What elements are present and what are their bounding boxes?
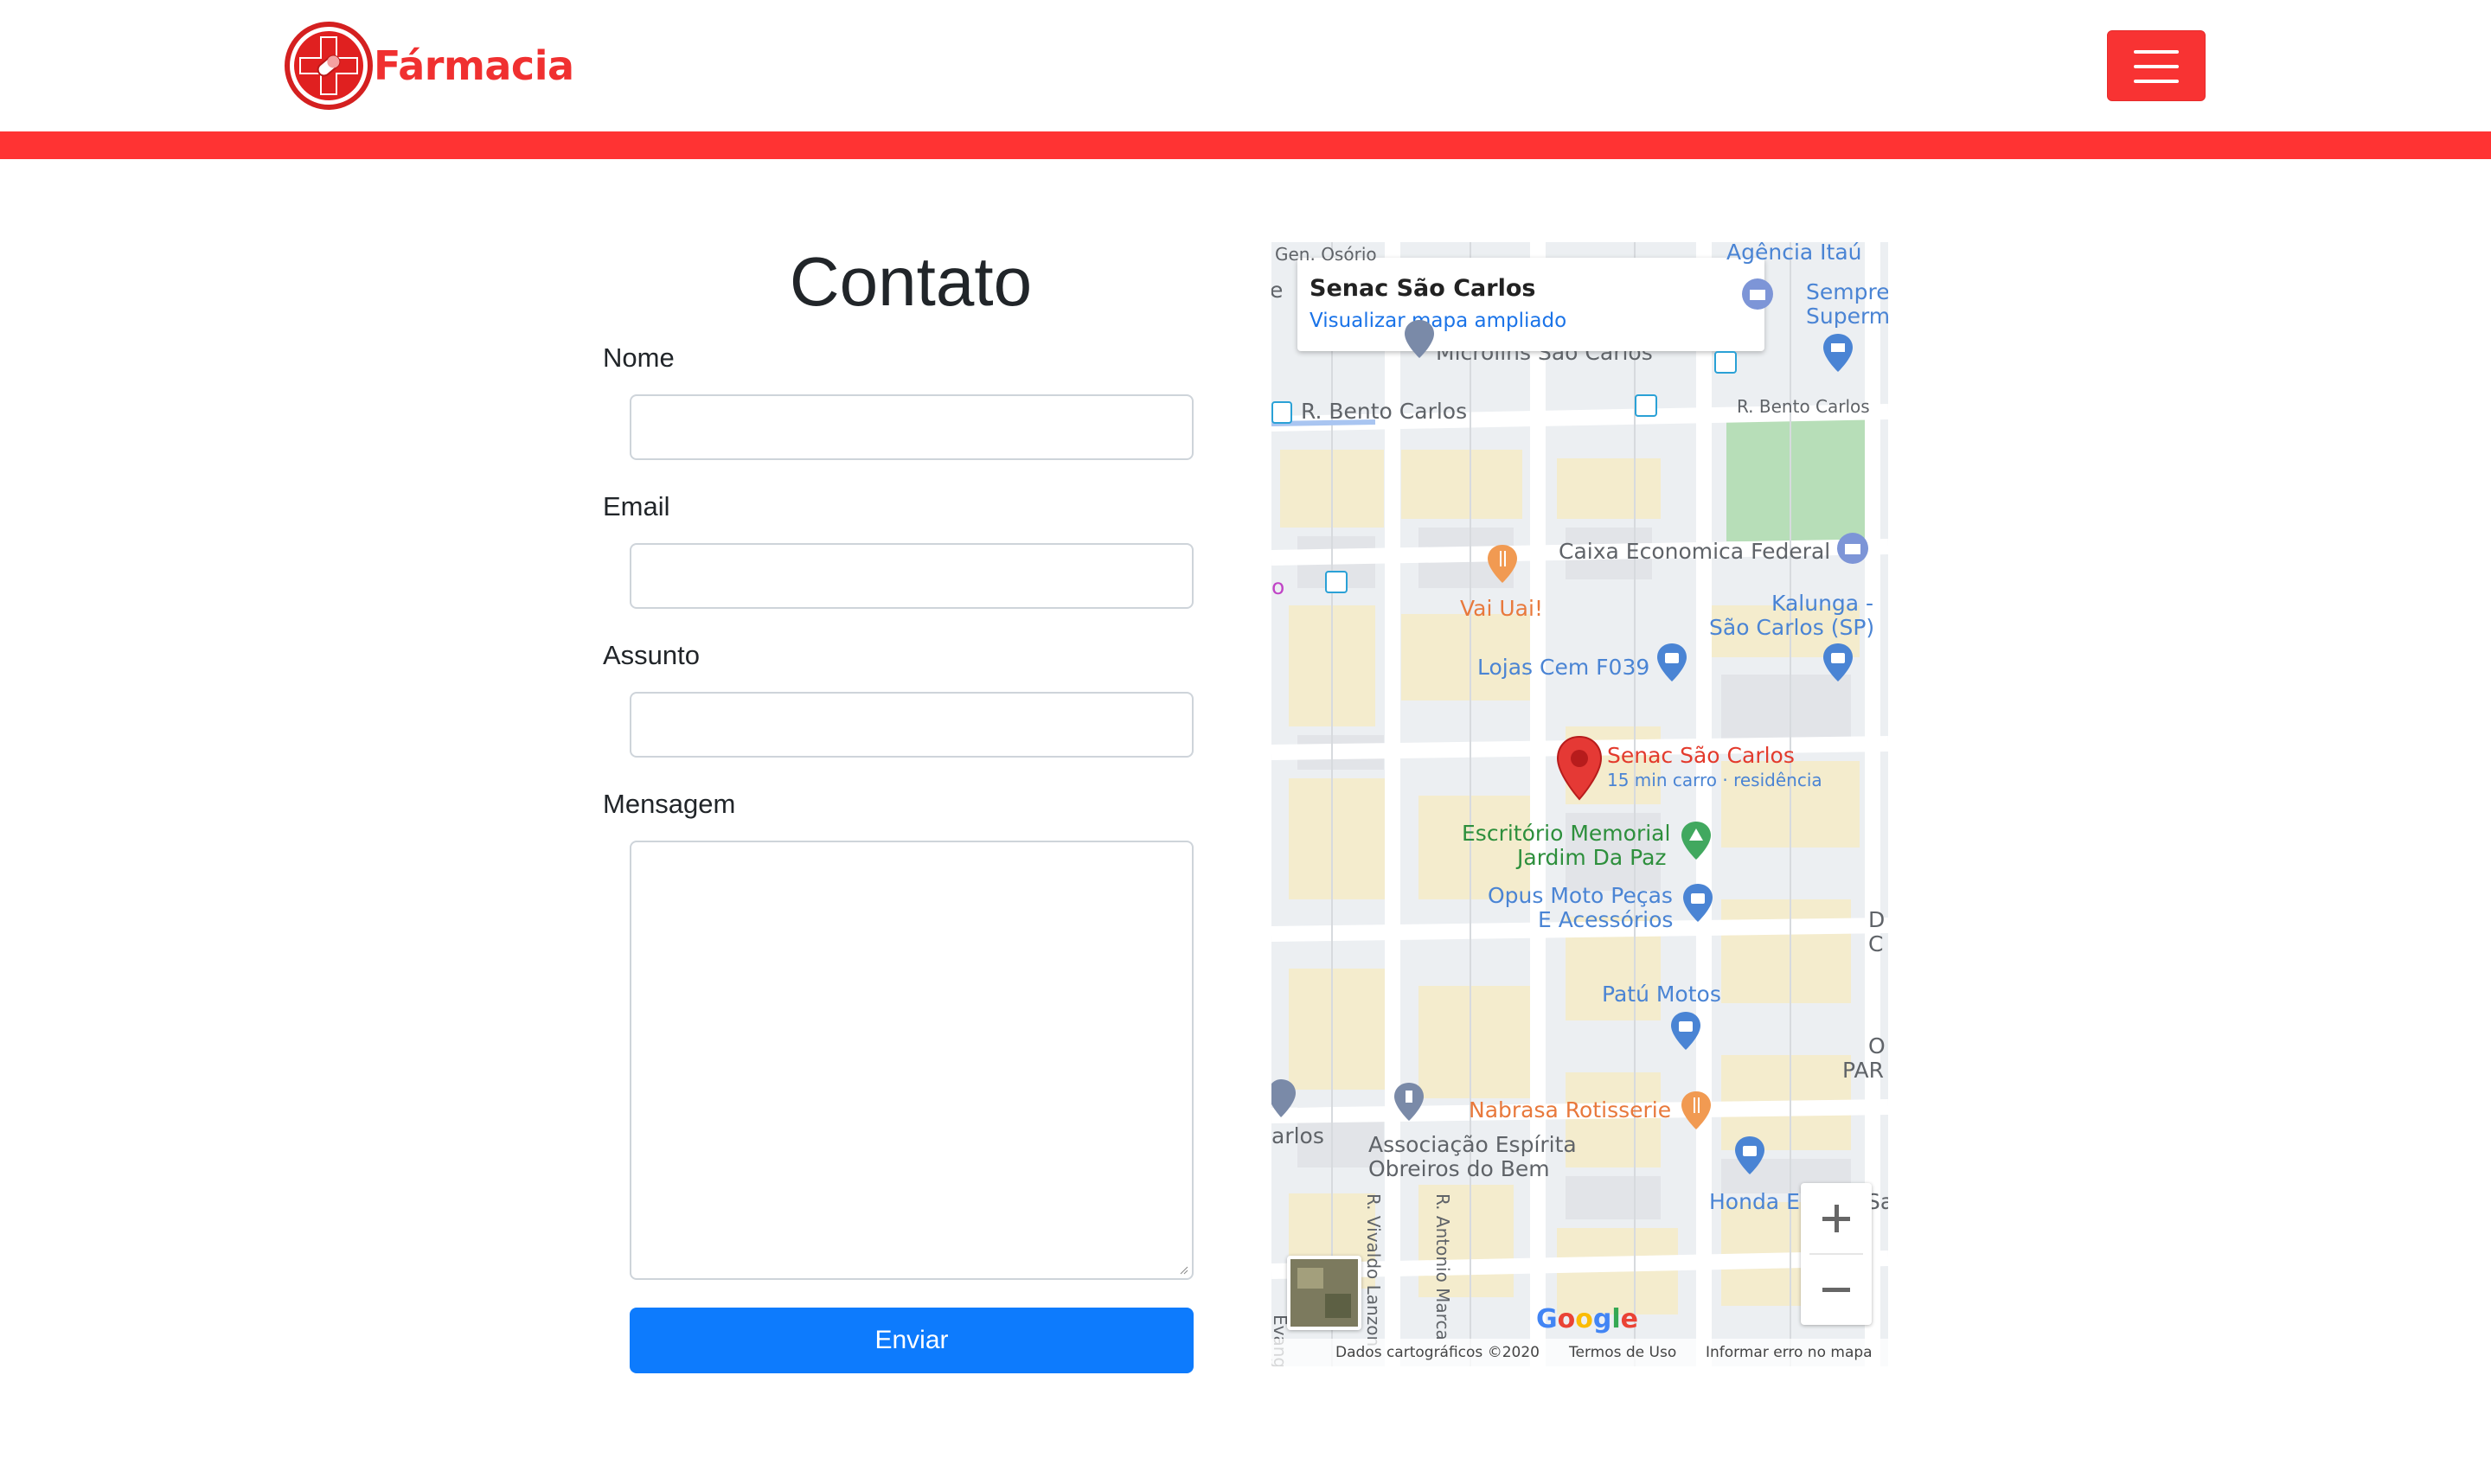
- map-label: Agência Itaú: [1726, 242, 1862, 265]
- map-label: Caixa Economica Federal: [1559, 539, 1831, 564]
- map-label: São Carlos (SP): [1709, 615, 1875, 640]
- map-data-credit: Dados cartográficos ©2020: [1335, 1344, 1540, 1361]
- map-label: Gen. Osório: [1275, 244, 1377, 265]
- shopping-icon[interactable]: [1822, 642, 1854, 683]
- place-of-worship-icon[interactable]: [1393, 1081, 1425, 1123]
- navbar: Fármacia: [0, 0, 2491, 131]
- map-label: Obreiros do Bem: [1368, 1156, 1550, 1181]
- map-marker-sublabel: 15 min carro · residência: [1607, 770, 1822, 790]
- map-label: arlos: [1271, 1123, 1324, 1148]
- map-zoom-control: [1801, 1183, 1872, 1325]
- map-label: o: [1271, 574, 1285, 599]
- map-label: Jardim Da Paz: [1517, 845, 1667, 870]
- map-embed[interactable]: Senac São Carlos Visualizar mapa ampliad…: [1271, 242, 1888, 1366]
- zoom-in-button[interactable]: [1801, 1183, 1872, 1254]
- bank-icon[interactable]: [1740, 277, 1775, 311]
- map-info-title: Senac São Carlos: [1310, 275, 1536, 302]
- email-input[interactable]: [630, 543, 1194, 609]
- map-terms-link[interactable]: Termos de Uso: [1569, 1344, 1676, 1361]
- menu-toggle-button[interactable]: [2107, 30, 2206, 101]
- map-label: Sempre: [1806, 279, 1888, 304]
- satellite-thumbnail: [1297, 1268, 1323, 1289]
- name-input[interactable]: [630, 394, 1194, 460]
- submit-button[interactable]: Enviar: [630, 1308, 1194, 1373]
- bus-stop-icon[interactable]: [1325, 571, 1348, 593]
- map-label: Nabrasa Rotisserie: [1469, 1097, 1672, 1123]
- bus-stop-icon[interactable]: [1714, 351, 1737, 374]
- brand-link[interactable]: Fármacia: [284, 21, 574, 111]
- hamburger-icon-bar: [2134, 80, 2179, 83]
- larger-map-link[interactable]: Visualizar mapa ampliado: [1310, 310, 1566, 332]
- name-label: Nome: [603, 342, 675, 373]
- zoom-out-button[interactable]: [1801, 1254, 1872, 1325]
- subject-input[interactable]: [630, 692, 1194, 758]
- map-street-label: R. Antonio Marca: [1432, 1193, 1453, 1340]
- brand-name: Fármacia: [374, 42, 574, 89]
- hamburger-icon-bar: [2134, 65, 2179, 68]
- subject-label: Assunto: [603, 640, 701, 670]
- map-label: Patú Motos: [1602, 982, 1721, 1007]
- map-label: Associação Espírita: [1368, 1132, 1577, 1157]
- map-report-link[interactable]: Informar erro no mapa: [1706, 1344, 1873, 1361]
- hamburger-icon: [2134, 50, 2179, 54]
- map-info-card: Senac São Carlos Visualizar mapa ampliad…: [1297, 258, 1764, 351]
- shopping-icon[interactable]: [1655, 642, 1688, 683]
- place-icon[interactable]: [1403, 318, 1436, 360]
- map-marker-label: Senac São Carlos: [1607, 743, 1795, 768]
- map-label: Opus Moto Peças: [1488, 883, 1673, 908]
- shopping-icon[interactable]: [1681, 882, 1714, 924]
- message-textarea[interactable]: [630, 841, 1194, 1280]
- map-label: e: [1271, 278, 1284, 303]
- google-logo: Google: [1536, 1304, 1639, 1334]
- map-label: R. Bento Carlos: [1301, 399, 1468, 424]
- email-label: Email: [603, 491, 670, 521]
- map-label: Superm: [1806, 304, 1888, 329]
- location-pin-icon[interactable]: [1555, 735, 1604, 801]
- memorial-icon[interactable]: [1680, 820, 1713, 861]
- bank-icon[interactable]: [1835, 531, 1870, 566]
- map-label: O: [1868, 1033, 1886, 1059]
- restaurant-icon[interactable]: [1486, 543, 1519, 585]
- map-label: E Acessórios: [1538, 907, 1674, 932]
- restaurant-icon[interactable]: [1680, 1090, 1713, 1131]
- minus-icon: [1822, 1288, 1850, 1292]
- shopping-icon[interactable]: [1669, 1010, 1702, 1052]
- satellite-layer-toggle[interactable]: [1287, 1256, 1361, 1330]
- map-label: R. Bento Carlos: [1737, 396, 1870, 417]
- map-street-label: R. Vivaldo Lanzon: [1363, 1193, 1384, 1347]
- map-label: Vai Uai!: [1460, 596, 1543, 621]
- map-label: Lojas Cem F039: [1477, 655, 1650, 680]
- map-label: Honda E: [1709, 1189, 1800, 1214]
- shopping-icon[interactable]: [1733, 1135, 1766, 1176]
- map-label: Kalunga -: [1771, 591, 1874, 616]
- map-label: PAR: [1842, 1058, 1884, 1083]
- map-label: C: [1868, 931, 1884, 956]
- plus-icon: [1822, 1205, 1850, 1232]
- message-label: Mensagem: [603, 789, 736, 819]
- cart-icon[interactable]: [1822, 332, 1854, 374]
- map-label: Escritório Memorial: [1462, 821, 1671, 846]
- pharmacy-logo-icon: [285, 22, 373, 110]
- map-label: D: [1868, 907, 1886, 932]
- page-title: Contato: [789, 243, 1033, 320]
- bus-stop-icon[interactable]: [1635, 394, 1657, 417]
- place-icon[interactable]: [1271, 1078, 1297, 1119]
- resize-grip-icon[interactable]: [1180, 1266, 1188, 1275]
- bus-stop-icon[interactable]: [1271, 401, 1292, 424]
- satellite-thumbnail-block: [1325, 1294, 1351, 1318]
- map-footer: Dados cartográficos ©2020 Termos de Uso …: [1271, 1339, 1888, 1366]
- header-accent-strip: [0, 131, 2491, 159]
